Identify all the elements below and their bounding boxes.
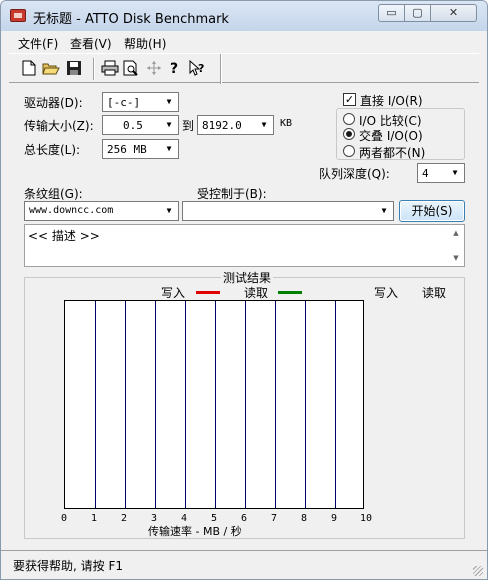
maximize-button[interactable]: ▢ — [404, 4, 431, 22]
toolbar: ? ? — [9, 53, 479, 84]
print-preview-icon[interactable] — [122, 59, 140, 77]
status-text: 要获得帮助, 请按 F1 — [13, 559, 123, 573]
close-button[interactable]: ✕ — [430, 4, 477, 22]
grid-line — [305, 301, 306, 508]
chevron-down-icon[interactable]: ▼ — [162, 118, 176, 132]
window-title: 无标题 - ATTO Disk Benchmark — [33, 12, 229, 27]
scroll-down-icon[interactable]: ▼ — [450, 252, 462, 264]
menu-help[interactable]: 帮助(H) — [124, 35, 166, 52]
chevron-down-icon[interactable]: ▼ — [257, 118, 271, 132]
chevron-down-icon[interactable]: ▼ — [162, 142, 176, 156]
total-length-value: 256 MB — [107, 143, 147, 156]
transfer-from-select[interactable]: 0.5 ▼ — [102, 115, 179, 135]
grid-line — [215, 301, 216, 508]
scroll-up-icon[interactable]: ▲ — [450, 227, 462, 239]
menu-file[interactable]: 文件(F) — [18, 35, 58, 52]
queue-depth-select[interactable]: 4 ▼ — [417, 163, 465, 183]
grid-line — [335, 301, 336, 508]
grid-line — [155, 301, 156, 508]
toolbar-separator — [220, 54, 222, 84]
write-column-header: 写入 — [374, 286, 399, 300]
write-legend-swatch — [196, 291, 220, 294]
x-tick-label: 8 — [300, 513, 308, 524]
x-tick-label: 9 — [330, 513, 338, 524]
app-window: 无标题 - ATTO Disk Benchmark ▭ ▢ ✕ 文件(F) 查看… — [0, 0, 488, 580]
toolbar-separator — [93, 58, 95, 80]
help-icon[interactable]: ? — [166, 59, 184, 77]
stripe-group-select[interactable]: www.downcc.com ▼ — [24, 201, 179, 221]
grid-line — [275, 301, 276, 508]
x-axis-label: 传输速率 - MB / 秒 — [148, 525, 242, 538]
disk-app-icon[interactable] — [10, 9, 26, 22]
svg-text:?: ? — [170, 61, 178, 76]
x-tick-label: 1 — [90, 513, 98, 524]
drive-select[interactable]: [-c-] ▼ — [102, 92, 179, 112]
results-group: 测试结果 写入 读取 写入 读取 0 1 2 3 4 5 6 7 8 9 10 … — [24, 269, 465, 539]
new-icon[interactable] — [20, 59, 38, 77]
x-tick-label: 10 — [359, 513, 373, 524]
drive-value: [-c-] — [107, 96, 141, 109]
io-compare-radio[interactable] — [343, 113, 355, 125]
chevron-down-icon[interactable]: ▼ — [162, 95, 176, 109]
menu-view[interactable]: 查看(V) — [70, 35, 112, 52]
controlled-by-select[interactable]: ▼ — [182, 201, 394, 221]
print-icon[interactable] — [101, 59, 119, 77]
x-tick-label: 0 — [60, 513, 68, 524]
transfer-from-value: 0.5 — [123, 119, 143, 132]
neither-label: 两者都不(N) — [359, 146, 426, 160]
overlap-io-label: 交叠 I/O(O) — [359, 129, 423, 143]
open-icon[interactable] — [42, 59, 60, 77]
transfer-to-select[interactable]: 8192.0 ▼ — [197, 115, 274, 135]
chevron-down-icon[interactable]: ▼ — [162, 204, 176, 218]
grid-line — [95, 301, 96, 508]
transfer-size-label: 传输大小(Z): — [24, 119, 94, 133]
results-chart — [64, 300, 364, 509]
queue-depth-label: 队列深度(Q): — [319, 167, 390, 181]
to-label: 到 — [182, 119, 195, 133]
context-help-icon[interactable]: ? — [189, 59, 207, 77]
start-button[interactable]: 开始(S) — [399, 200, 465, 222]
read-legend-label: 读取 — [244, 286, 269, 300]
status-bar: 要获得帮助, 请按 F1 — [1, 550, 487, 579]
description-box[interactable]: << 描述 >> ▲ ▼ — [24, 224, 465, 267]
save-icon[interactable] — [65, 59, 83, 77]
total-length-select[interactable]: 256 MB ▼ — [102, 139, 179, 159]
drive-label: 驱动器(D): — [24, 96, 83, 110]
neither-radio[interactable] — [343, 145, 355, 157]
controlled-by-label: 受控制于(B): — [197, 187, 267, 201]
direct-io-checkbox[interactable]: ✓ — [343, 93, 356, 106]
x-tick-label: 2 — [120, 513, 128, 524]
svg-text:?: ? — [198, 62, 204, 75]
total-length-label: 总长度(L): — [24, 143, 81, 157]
title-bar[interactable]: 无标题 - ATTO Disk Benchmark ▭ ▢ ✕ — [1, 1, 487, 31]
grid-line — [185, 301, 186, 508]
kb-unit-label: KB — [280, 118, 293, 129]
transfer-to-value: 8192.0 — [202, 119, 242, 132]
chevron-down-icon[interactable]: ▼ — [448, 166, 462, 180]
menu-bar: 文件(F) 查看(V) 帮助(H) — [9, 32, 479, 52]
x-tick-label: 7 — [270, 513, 278, 524]
minimize-button[interactable]: ▭ — [378, 4, 405, 22]
move-icon[interactable] — [145, 59, 163, 77]
grid-line — [125, 301, 126, 508]
grid-line — [245, 301, 246, 508]
write-legend-label: 写入 — [161, 286, 186, 300]
stripe-group-label: 条纹组(G): — [24, 187, 83, 201]
overlap-io-radio[interactable] — [343, 128, 355, 140]
resize-grip-icon[interactable] — [473, 566, 483, 576]
read-column-header: 读取 — [422, 286, 447, 300]
direct-io-label: 直接 I/O(R) — [360, 94, 423, 108]
chevron-down-icon[interactable]: ▼ — [377, 204, 391, 218]
read-legend-swatch — [278, 291, 302, 294]
description-text: << 描述 >> — [28, 229, 100, 243]
stripe-group-value: www.downcc.com — [29, 205, 114, 216]
queue-depth-value: 4 — [422, 167, 429, 180]
settings-panel: 驱动器(D): [-c-] ▼ 传输大小(Z): 0.5 ▼ 到 8192.0 … — [9, 84, 479, 551]
